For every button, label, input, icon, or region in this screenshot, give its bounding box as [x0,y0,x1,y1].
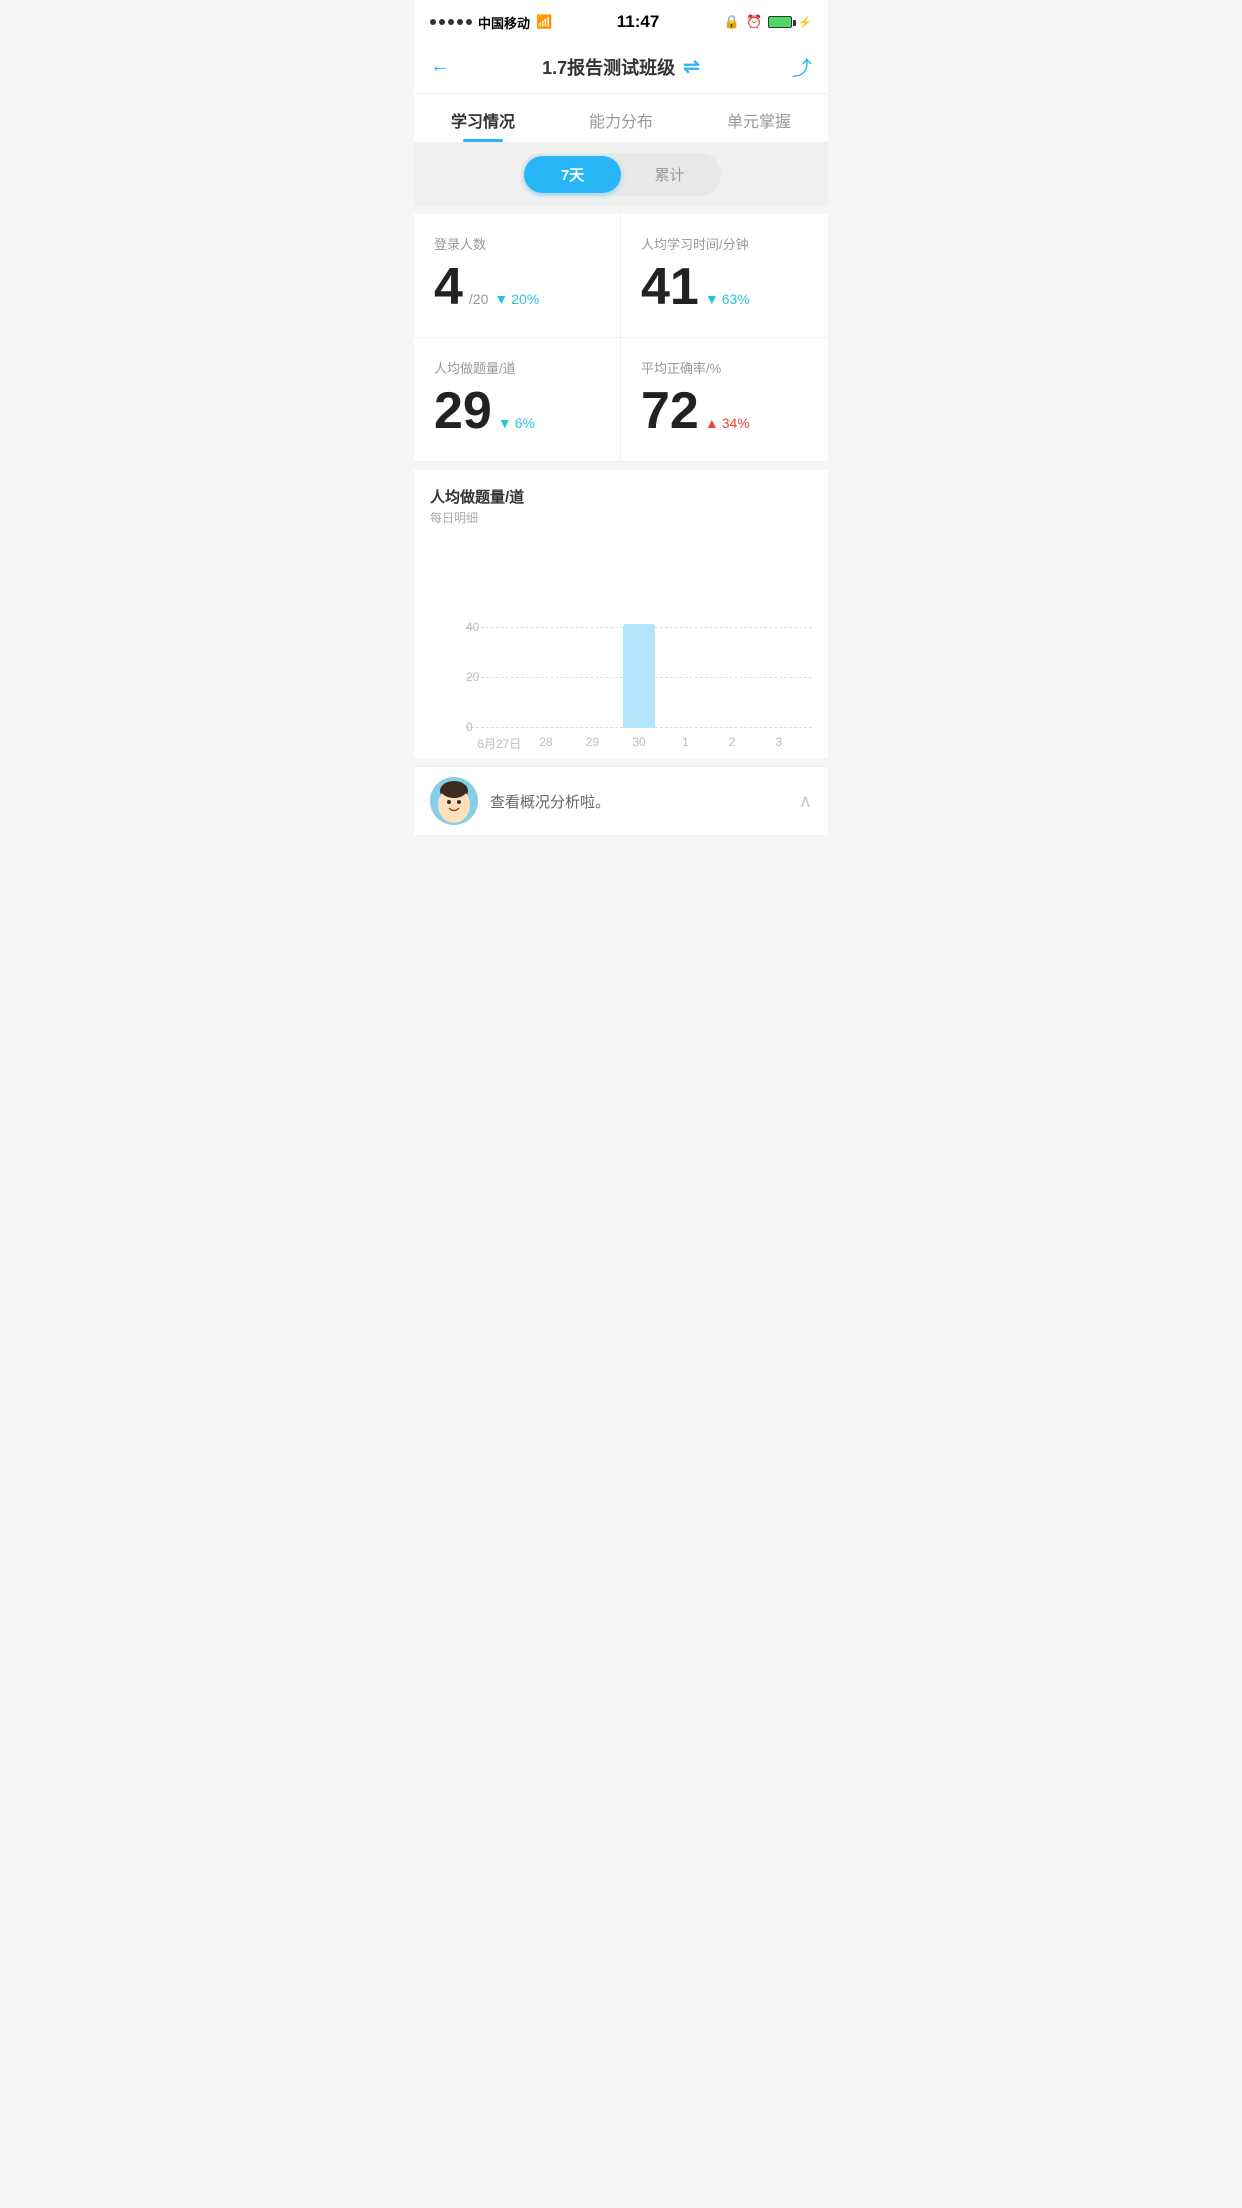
tab-bar: 学习情况 能力分布 单元掌握 [414,94,828,143]
share-button[interactable]: ⤴ [792,52,812,81]
time-display: 11:47 [617,12,660,32]
status-right: 🔒 ⏰ ⚡ [724,14,812,30]
stat-accuracy-label: 平均正确率/% [641,358,808,377]
bar-3 [623,624,655,728]
stat-questions-change: ▼ 6% [498,415,535,431]
stat-study-time: 人均学习时间/分钟 41 ▼ 63% [621,214,828,338]
tab-learning[interactable]: 学习情况 [414,94,552,142]
arrow-up-icon: ▲ [705,415,719,431]
carrier-label: 中国移动 [478,13,530,32]
stat-study-number: 41 [641,261,699,313]
page-title: 1.7报告测试班级 [542,54,675,80]
charge-icon: ⚡ [798,16,812,29]
stat-login-number: 4 [434,261,463,313]
tab-unit[interactable]: 单元掌握 [690,94,828,142]
toggle-cumulative[interactable]: 累计 [621,156,718,193]
toggle-7days[interactable]: 7天 [524,156,621,193]
x-label-3: 30 [616,735,663,752]
stat-accuracy-change-value: 34% [722,415,750,431]
lock-icon: 🔒 [724,14,740,30]
wifi-icon: 📶 [536,14,552,30]
x-label-1: 28 [523,735,570,752]
arrow-down-icon: ▼ [494,291,508,307]
chart-subtitle: 每日明细 [430,509,812,526]
chevron-up-icon[interactable]: ∧ [799,791,812,812]
x-label-6: 3 [755,735,802,752]
stat-login-sub: /20 [469,291,488,307]
stat-study-change: ▼ 63% [705,291,750,307]
stat-login-count: 登录人数 4 /20 ▼ 20% [414,214,621,338]
stat-questions-label: 人均做题量/道 [434,358,600,377]
stat-questions-number: 29 [434,385,492,437]
signal-icon [430,19,472,25]
x-label-2: 29 [569,735,616,752]
chat-bar: 查看概况分析啦。 ∧ [414,766,828,835]
shuffle-button[interactable]: ⇌ [683,54,700,79]
bars-container [466,538,812,728]
x-label-5: 2 [709,735,756,752]
alarm-icon: ⏰ [746,14,762,30]
stat-login-change-value: 20% [511,291,539,307]
stat-study-main: 41 ▼ 63% [641,261,808,313]
chart-area: 40 20 0 6月27日282930123 [430,538,812,758]
stat-accuracy: 平均正确率/% 72 ▲ 34% [621,338,828,462]
period-toggle-bar: 7天 累计 [414,143,828,206]
chat-message: 查看概况分析啦。 [490,791,787,812]
stat-accuracy-number: 72 [641,385,699,437]
avatar [430,777,478,825]
stat-study-label: 人均学习时间/分钟 [641,234,808,253]
stat-accuracy-main: 72 ▲ 34% [641,385,808,437]
status-left: 中国移动 📶 [430,13,552,32]
chart-title: 人均做题量/道 [430,486,812,507]
tab-ability[interactable]: 能力分布 [552,94,690,142]
stat-study-change-value: 63% [722,291,750,307]
status-bar: 中国移动 📶 11:47 🔒 ⏰ ⚡ [414,0,828,40]
avatar-svg [430,777,478,825]
stats-grid: 登录人数 4 /20 ▼ 20% 人均学习时间/分钟 41 ▼ 63% 人均做题… [414,214,828,462]
bar-wrapper-3 [616,624,663,728]
stat-questions-main: 29 ▼ 6% [434,385,600,437]
x-labels: 6月27日282930123 [466,735,812,752]
back-button[interactable]: ← [430,55,450,78]
chart-section: 人均做题量/道 每日明细 40 20 0 6月27日282930123 [414,470,828,758]
stat-accuracy-change: ▲ 34% [705,415,750,431]
header: ← 1.7报告测试班级 ⇌ ⤴ [414,40,828,94]
stat-login-main: 4 /20 ▼ 20% [434,261,600,313]
header-title-group: 1.7报告测试班级 ⇌ [542,54,700,80]
stat-login-label: 登录人数 [434,234,600,253]
stat-questions: 人均做题量/道 29 ▼ 6% [414,338,621,462]
arrow-down-icon-2: ▼ [705,291,719,307]
arrow-down-icon-3: ▼ [498,415,512,431]
stat-login-change: ▼ 20% [494,291,539,307]
battery-icon [768,16,792,28]
x-label-4: 1 [662,735,709,752]
x-label-0: 6月27日 [476,735,523,752]
stat-questions-change-value: 6% [515,415,535,431]
period-toggle-group: 7天 累计 [521,153,721,196]
